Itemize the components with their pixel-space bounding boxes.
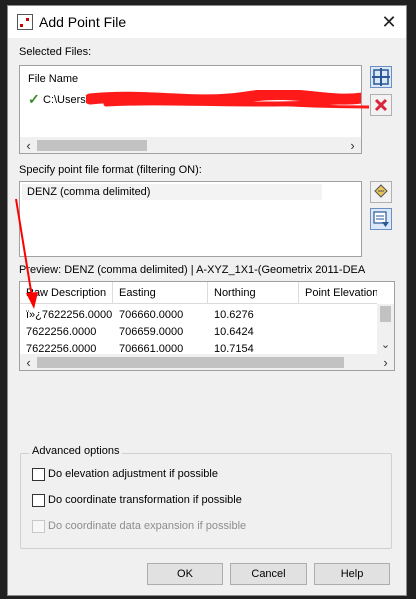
elevation-adjustment-label[interactable]: Do elevation adjustment if possible — [48, 468, 218, 480]
coordinate-expansion-label: Do coordinate data expansion if possible — [48, 520, 247, 532]
annotation-line — [207, 97, 370, 109]
elevation-adjustment-checkbox[interactable] — [32, 468, 45, 481]
coordinate-transformation-label[interactable]: Do coordinate transformation if possible — [48, 494, 242, 506]
coordinate-transformation-checkbox[interactable] — [32, 494, 45, 507]
cancel-button[interactable]: Cancel — [230, 563, 307, 585]
ok-button[interactable]: OK — [147, 563, 223, 585]
annotation-arrow — [15, 198, 33, 298]
help-button[interactable]: Help — [314, 563, 390, 585]
coordinate-expansion-checkbox — [32, 520, 45, 533]
advanced-options-title: Advanced options — [29, 445, 123, 457]
arrow-head-icon — [26, 292, 38, 309]
add-point-file-dialog: Add Point File ✕ Selected Files: File Na… — [7, 5, 407, 596]
